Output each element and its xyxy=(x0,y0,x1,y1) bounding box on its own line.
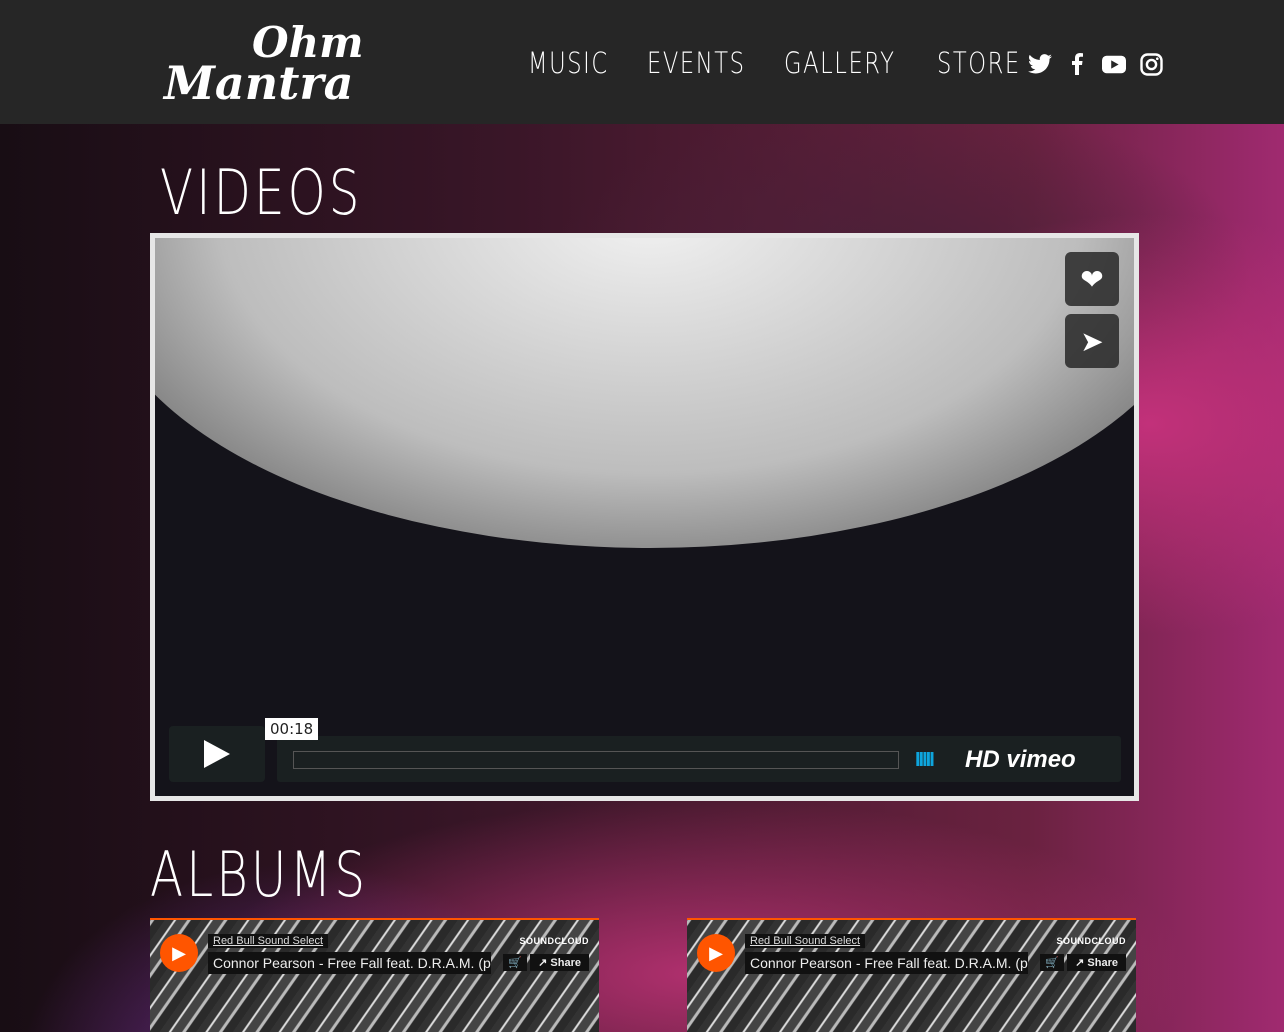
vimeo-player[interactable]: ❤ ➤ IIIII HD vimeo 00:18 xyxy=(150,233,1139,801)
logo[interactable]: Ohm Mantra xyxy=(152,18,372,110)
volume-bars[interactable]: IIIII xyxy=(915,749,935,772)
share-button[interactable]: ↗ Share xyxy=(1067,954,1126,971)
track-title[interactable]: Connor Pearson - Free Fall feat. D.R.A.M… xyxy=(745,952,1028,974)
track-title[interactable]: Connor Pearson - Free Fall feat. D.R.A.M… xyxy=(208,952,491,974)
hd-button[interactable]: HD vimeo xyxy=(965,746,1076,774)
soundcloud-player: ▶ Red Bull Sound Select Connor Pearson -… xyxy=(687,918,1136,1032)
albums-heading: ALBUMS xyxy=(150,838,369,911)
instagram-icon[interactable] xyxy=(1139,52,1163,76)
cart-icon[interactable]: 🛒 xyxy=(503,954,527,971)
video-frame xyxy=(155,238,1134,548)
facebook-icon[interactable] xyxy=(1065,52,1089,76)
site-header: Ohm Mantra MUSIC EVENTS GALLERY STORE xyxy=(0,0,1284,124)
social-links xyxy=(1028,52,1163,76)
youtube-icon[interactable] xyxy=(1102,52,1126,76)
share-button[interactable]: ↗ Share xyxy=(530,954,589,971)
logo-line2: Mantra xyxy=(164,56,354,110)
soundcloud-logo[interactable]: SOUNDCLOUD xyxy=(1057,936,1127,946)
play-button[interactable] xyxy=(169,726,265,782)
artist-link[interactable]: Red Bull Sound Select xyxy=(745,934,866,948)
nav-events[interactable]: EVENTS xyxy=(647,46,746,80)
like-heart-icon[interactable]: ❤ xyxy=(1065,252,1119,306)
nav-store[interactable]: STORE xyxy=(937,46,1021,80)
soundcloud-logo[interactable]: SOUNDCLOUD xyxy=(520,936,590,946)
vimeo-logo[interactable]: vimeo xyxy=(1006,746,1075,773)
nav-gallery[interactable]: GALLERY xyxy=(784,46,896,80)
artist-link[interactable]: Red Bull Sound Select xyxy=(208,934,329,948)
player-controls: IIIII HD vimeo 00:18 xyxy=(169,718,1121,782)
main-nav: MUSIC EVENTS GALLERY STORE xyxy=(528,46,1044,80)
nav-music[interactable]: MUSIC xyxy=(528,46,609,80)
cart-icon[interactable]: 🛒 xyxy=(1040,954,1064,971)
play-button[interactable]: ▶ xyxy=(697,934,735,972)
progress-bar[interactable] xyxy=(293,751,899,769)
share-send-icon[interactable]: ➤ xyxy=(1065,314,1119,368)
videos-heading: VIDEOS xyxy=(160,156,363,229)
play-button[interactable]: ▶ xyxy=(160,934,198,972)
twitter-icon[interactable] xyxy=(1028,52,1052,76)
soundcloud-player: ▶ Red Bull Sound Select Connor Pearson -… xyxy=(150,918,599,1032)
time-tooltip: 00:18 xyxy=(265,718,319,740)
